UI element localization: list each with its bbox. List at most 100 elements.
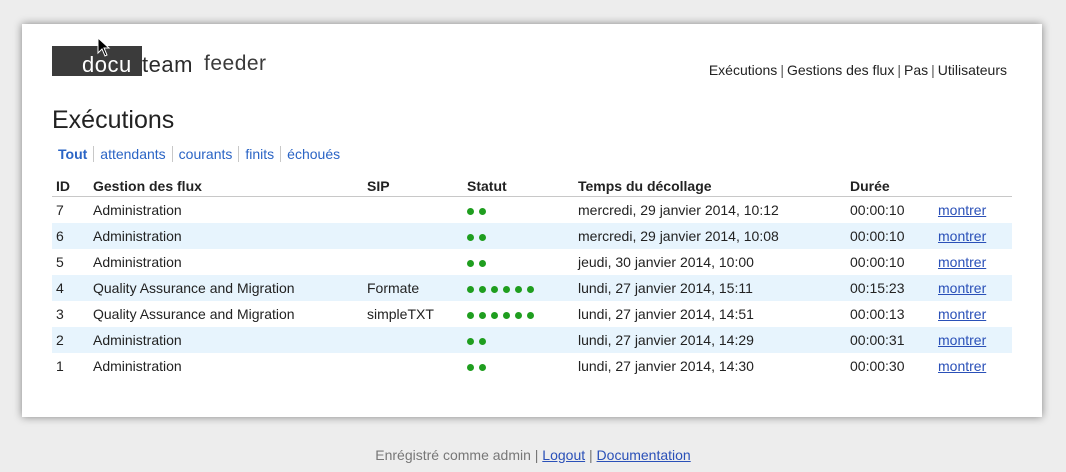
filter-waiting[interactable]: attendants: [93, 146, 172, 162]
nav-executions[interactable]: Exécutions: [709, 62, 777, 78]
nav-users[interactable]: Utilisateurs: [938, 62, 1007, 78]
cell-id: 6: [52, 223, 89, 249]
executions-table: ID Gestion des flux SIP Statut Temps du …: [52, 174, 1012, 379]
nav-separator: |: [780, 62, 784, 78]
cell-sip: Formate: [363, 275, 463, 301]
cell-id: 7: [56, 202, 64, 218]
show-link[interactable]: montrer: [938, 306, 986, 322]
cell-duration: 00:00:31: [846, 327, 934, 353]
mouse-cursor-icon: [97, 36, 111, 57]
col-header-sip[interactable]: SIP: [363, 174, 463, 197]
filter-finished[interactable]: finits: [238, 146, 281, 162]
cell-start: lundi, 27 janvier 2014, 14:30: [578, 358, 754, 374]
cell-id: 4: [52, 275, 89, 301]
cell-flux: Quality Assurance and Migration: [89, 275, 363, 301]
show-link[interactable]: montrer: [938, 332, 986, 348]
status-dot-icon: [515, 286, 522, 294]
status-dot-icon: [467, 234, 474, 242]
logged-in-as: Enrégistré comme admin |: [375, 447, 539, 463]
cell-sip: [363, 223, 463, 249]
show-link[interactable]: montrer: [938, 202, 986, 218]
cell-id: 1: [56, 358, 64, 374]
cell-duration: 00:00:13: [850, 306, 905, 322]
filter-running[interactable]: courants: [171, 146, 239, 162]
page-title: Exécutions: [52, 106, 175, 134]
status-dots: [467, 254, 491, 268]
nav-flux[interactable]: Gestions des flux: [787, 62, 894, 78]
cell-action: montrer: [934, 301, 1012, 327]
col-header-id[interactable]: ID: [52, 174, 89, 197]
cell-status: [463, 249, 574, 275]
table-header-row: ID Gestion des flux SIP Statut Temps du …: [52, 174, 1012, 197]
show-link[interactable]: montrer: [938, 228, 986, 244]
status-dot-icon: [527, 312, 534, 320]
logo-part3: feeder: [204, 52, 267, 75]
status-dot-icon: [491, 286, 498, 294]
show-link[interactable]: montrer: [938, 254, 986, 270]
table-row: 7 Administration mercredi, 29 janvier 2014…: [52, 197, 1012, 224]
col-header-start[interactable]: Temps du décollage: [574, 174, 846, 197]
col-header-duration[interactable]: Durée: [846, 174, 934, 197]
table-row: 6 Administration mercredi, 29 janvier 2014…: [52, 223, 1012, 249]
cell-duration: 00:00:10: [850, 202, 905, 218]
show-link[interactable]: montrer: [938, 280, 986, 296]
status-dot-icon: [479, 234, 486, 242]
cell-start: lundi, 27 janvier 2014, 15:11: [574, 275, 846, 301]
cell-action: montrer: [934, 249, 1012, 275]
cell-id: 3: [56, 306, 64, 322]
filter-failed[interactable]: échoués: [280, 146, 347, 162]
show-link[interactable]: montrer: [938, 358, 986, 374]
status-dots: [467, 202, 491, 216]
cell-action: montrer: [934, 197, 1012, 224]
cell-start: jeudi, 30 janvier 2014, 10:00: [578, 254, 754, 270]
status-dot-icon: [467, 208, 474, 216]
status-filters: Tout attendants courants finits échoués: [58, 146, 347, 162]
status-dot-icon: [479, 286, 486, 294]
table-row: 5 Administration jeudi, 30 janvier 2014, 1…: [52, 249, 1012, 275]
cell-action: montrer: [934, 327, 1012, 353]
cell-status: [463, 197, 574, 224]
cell-id: 5: [56, 254, 64, 270]
status-dot-icon: [515, 312, 522, 320]
cell-flux: Administration: [93, 202, 182, 218]
status-dot-icon: [479, 338, 486, 346]
nav-pas[interactable]: Pas: [904, 62, 928, 78]
top-navigation: Exécutions | Gestions des flux | Pas | Utilisa…: [709, 62, 1007, 78]
logout-link[interactable]: Logout: [542, 447, 585, 463]
cell-status: [463, 301, 574, 327]
cell-sip: simpleTXT: [367, 306, 434, 322]
col-header-flux[interactable]: Gestion des flux: [89, 174, 363, 197]
status-dots: [467, 228, 491, 242]
col-header-status[interactable]: Statut: [463, 174, 574, 197]
status-dot-icon: [467, 260, 474, 268]
cell-duration: 00:15:23: [846, 275, 934, 301]
cell-duration: 00:00:10: [850, 254, 905, 270]
main-panel: docu team feeder Exécutions | Gestions des…: [22, 24, 1042, 417]
status-dots: [467, 306, 539, 320]
footer: Enrégistré comme admin | Logout | Docume…: [0, 447, 1066, 463]
cell-sip: [363, 353, 463, 379]
status-dot-icon: [479, 312, 486, 320]
filter-all[interactable]: Tout: [58, 146, 93, 162]
status-dot-icon: [491, 312, 498, 320]
cell-sip: [363, 327, 463, 353]
status-dot-icon: [527, 286, 534, 294]
table-row: 4 Quality Assurance and Migration Formate l…: [52, 275, 1012, 301]
cell-flux: Quality Assurance and Migration: [93, 306, 295, 322]
cell-status: [463, 353, 574, 379]
cell-action: montrer: [934, 353, 1012, 379]
footer-separator: |: [589, 447, 593, 463]
cell-duration: 00:00:30: [850, 358, 905, 374]
cell-action: montrer: [934, 275, 1012, 301]
status-dot-icon: [479, 260, 486, 268]
documentation-link[interactable]: Documentation: [597, 447, 691, 463]
status-dot-icon: [503, 312, 510, 320]
cell-start: lundi, 27 janvier 2014, 14:51: [578, 306, 754, 322]
status-dots: [467, 280, 539, 294]
cell-flux: Administration: [93, 254, 182, 270]
cell-start: mercredi, 29 janvier 2014, 10:12: [578, 202, 779, 218]
status-dot-icon: [503, 286, 510, 294]
status-dot-icon: [479, 364, 486, 372]
table-row: 3 Quality Assurance and Migration simpleTX…: [52, 301, 1012, 327]
col-header-action: [934, 174, 1012, 197]
